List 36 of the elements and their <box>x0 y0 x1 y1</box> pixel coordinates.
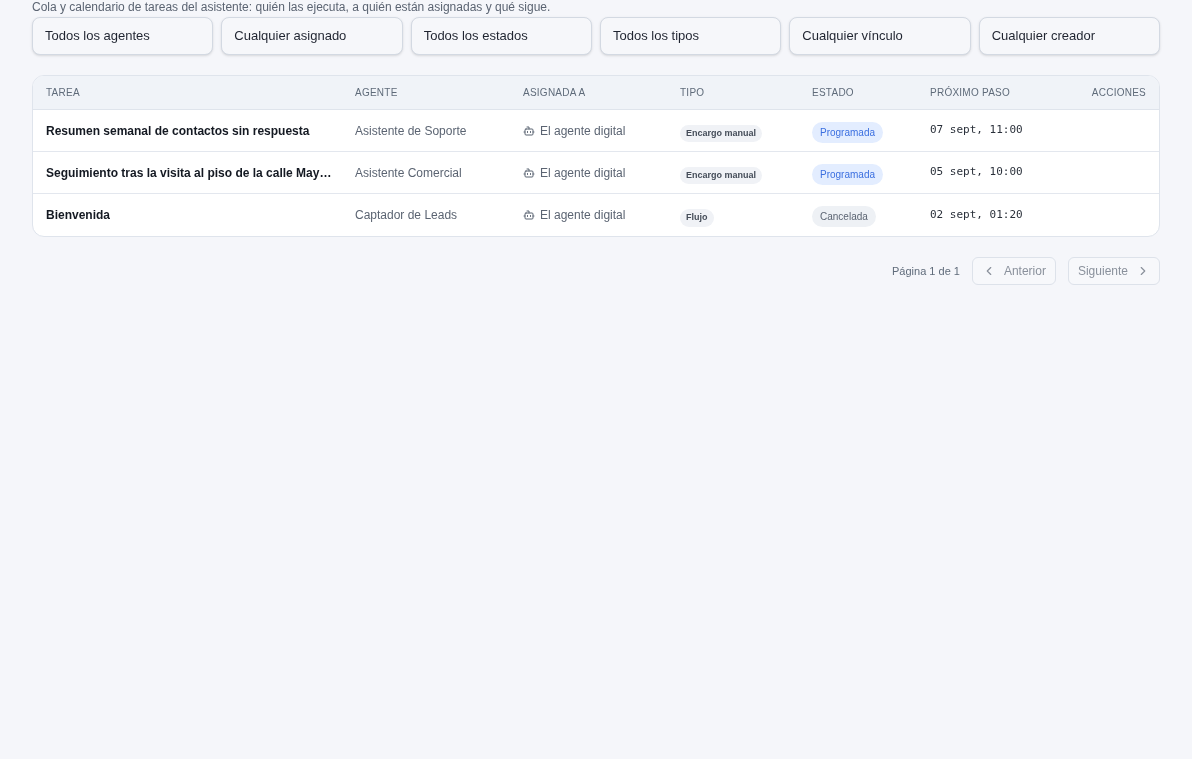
filter-dropdown[interactable]: Cualquier creador <box>978 17 1160 55</box>
column-header: ACCIONES <box>1091 86 1146 100</box>
next-step-time: 07 sept, 11:00 <box>930 122 1024 139</box>
task-name: Seguimiento tras la visita al piso de la calle May… <box>46 164 333 182</box>
type-tag: Encargo manual <box>680 124 763 142</box>
page-indicator: Página 1 de 1 <box>892 263 960 279</box>
assignee-name: El agente digital <box>540 207 626 224</box>
robot-icon <box>523 166 535 179</box>
filter-dropdown[interactable]: Todos los tipos <box>600 17 782 55</box>
status-badge: Cancelada <box>812 206 876 227</box>
robot-icon <box>523 209 535 221</box>
agent-name: Asistente Comercial <box>355 164 463 182</box>
column-header: TIPO <box>680 86 706 100</box>
filter-dropdown[interactable]: Todos los estados <box>410 17 592 55</box>
column-header: ESTADO <box>812 86 855 100</box>
task-name: Resumen semanal de contactos sin respuesta <box>46 122 311 140</box>
page-subtitle: Cola y calendario de tareas del asistente: quién las ejecuta, a quién están asignadas y qué sigue. <box>32 0 552 14</box>
next-step-time: 05 sept, 10:00 <box>930 164 1024 181</box>
assignee-name: El agente digital <box>540 164 626 182</box>
agent-name: Asistente de Soporte <box>355 122 468 140</box>
type-tag: Encargo manual <box>680 166 763 184</box>
agent-name: Captador de Leads <box>355 207 459 224</box>
assignee-name: El agente digital <box>540 122 626 140</box>
status-badge: Programada <box>812 163 884 185</box>
column-header: TAREA <box>46 86 81 100</box>
filter-dropdown[interactable]: Todos los agentes <box>32 17 214 55</box>
task-name: Bienvenida <box>46 207 112 224</box>
status-badge: Programada <box>812 121 884 143</box>
column-header: AGENTE <box>355 86 399 100</box>
type-tag: Flujo <box>680 209 714 227</box>
robot-icon <box>523 124 535 137</box>
column-header: ASIGNADA A <box>523 86 587 100</box>
filter-dropdown[interactable]: Cualquier asignado <box>221 17 403 55</box>
filter-dropdown[interactable]: Cualquier vínculo <box>789 17 971 55</box>
column-header: PRÓXIMO PASO <box>930 85 1012 100</box>
next-step-time: 02 sept, 01:20 <box>930 206 1024 223</box>
